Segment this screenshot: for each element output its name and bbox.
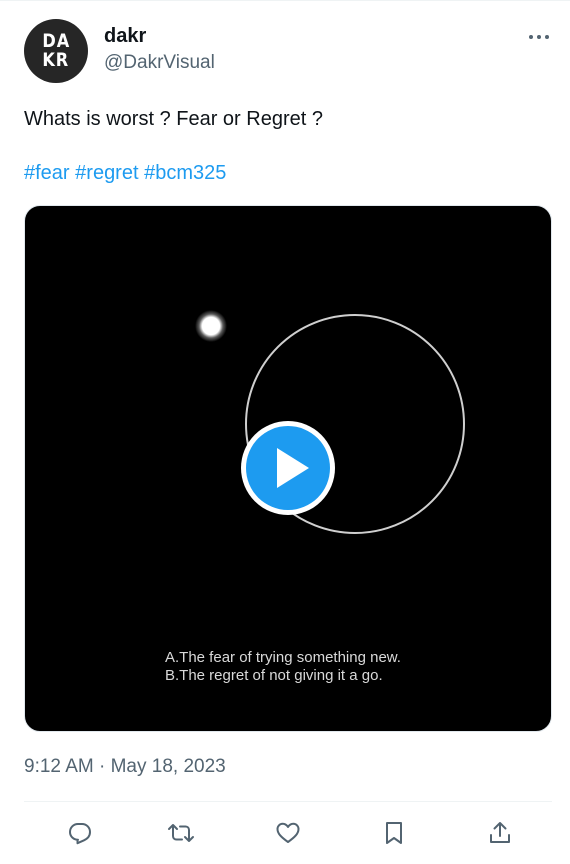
tweet-timestamp[interactable]: 9:12 AM · May 18, 2023 [24,756,226,778]
hashtag-list: #fear #regret #bcm325 [24,162,226,185]
bookmark-button[interactable] [374,813,414,853]
share-button[interactable] [480,813,520,853]
tweet-text: Whats is worst ? Fear or Regret ? [24,108,323,130]
bookmark-icon [386,822,402,844]
glowing-dot [195,310,227,342]
like-icon [276,822,300,843]
display-name[interactable]: dakr [104,25,146,48]
video-player[interactable]: A.The fear of trying something new. B.Th… [24,205,552,732]
share-icon [490,822,510,843]
hashtag-regret[interactable]: #regret [75,162,138,184]
retweet-button[interactable] [161,813,201,853]
hashtag-fear[interactable]: #fear [24,162,70,184]
video-caption: A.The fear of trying something new. B.Th… [165,649,401,685]
play-button[interactable] [238,418,338,518]
reply-button[interactable] [60,813,100,853]
more-horizontal-icon [529,35,549,39]
action-bar [24,813,552,853]
more-options-button[interactable] [524,25,554,49]
caption-line-b: B.The regret of not giving it a go. [165,667,383,684]
like-button[interactable] [268,813,308,853]
avatar-text-line2: KR [42,49,70,71]
tweet-card: DA KR dakr @DakrVisual Whats is worst ? … [0,0,570,864]
user-handle[interactable]: @DakrVisual [104,52,215,74]
avatar[interactable]: DA KR [24,19,88,83]
retweet-icon [168,824,194,842]
hashtag-bcm325[interactable]: #bcm325 [144,162,226,184]
reply-icon [69,823,91,845]
caption-line-a: A.The fear of trying something new. [165,649,401,666]
divider [24,801,552,802]
play-icon [241,421,335,515]
